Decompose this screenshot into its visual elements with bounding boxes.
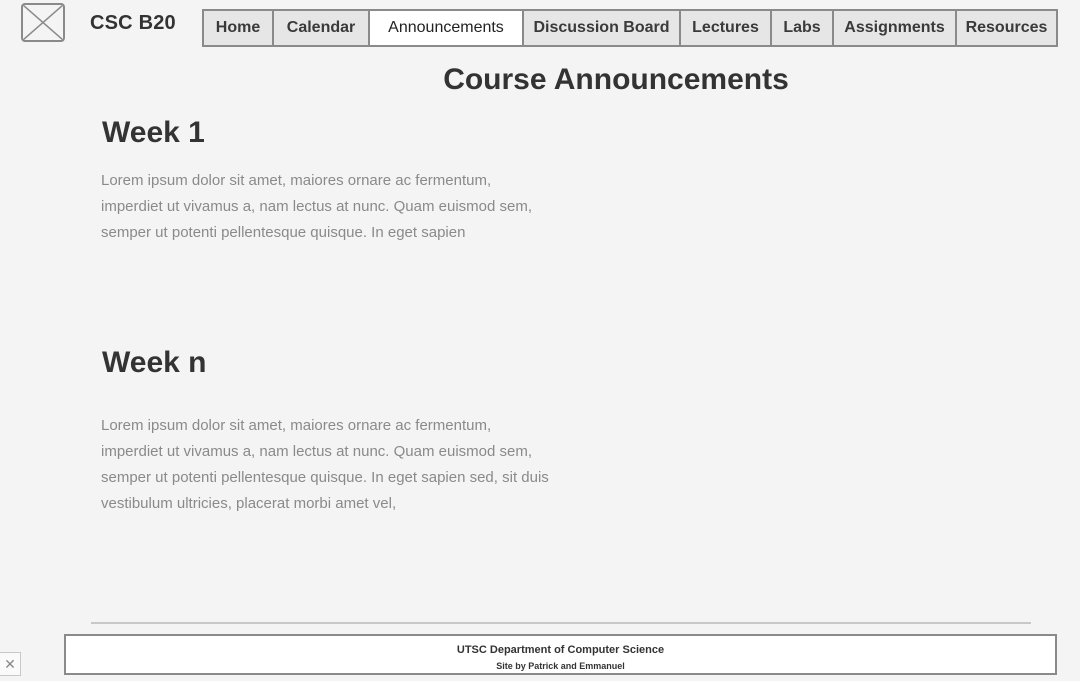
nav-item-resources[interactable]: Resources	[957, 11, 1056, 45]
nav-item-discussion-board[interactable]: Discussion Board	[524, 11, 681, 45]
footer-department: UTSC Department of Computer Science	[456, 644, 665, 656]
nav-item-lectures[interactable]: Lectures	[681, 11, 772, 45]
announcement-body-week-n: Lorem ipsum dolor sit amet, maiores orna…	[101, 417, 549, 512]
footer-credits: Site by Patrick and Emmanuel	[496, 661, 625, 671]
page-title: Course Announcements	[443, 63, 789, 96]
nav-item-assignments[interactable]: Assignments	[834, 11, 957, 45]
site-title: CSC B20	[90, 12, 176, 34]
image-placeholder-icon	[23, 5, 63, 40]
main-nav: Home Calendar Announcements Discussion B…	[202, 9, 1058, 47]
close-icon[interactable]: ✕	[0, 652, 21, 676]
nav-item-announcements[interactable]: Announcements	[370, 11, 524, 45]
announcement-title-week-n: Week n	[102, 346, 207, 379]
footer: UTSC Department of Computer Science Site…	[64, 634, 1057, 675]
nav-item-home[interactable]: Home	[204, 11, 274, 45]
announcement-body-week-1: Lorem ipsum dolor sit amet, maiores orna…	[101, 172, 533, 241]
logo-image-placeholder	[21, 3, 65, 42]
nav-item-calendar[interactable]: Calendar	[274, 11, 370, 45]
announcement-title-week-1: Week 1	[102, 116, 205, 149]
nav-item-labs[interactable]: Labs	[772, 11, 834, 45]
footer-divider	[91, 622, 1031, 624]
